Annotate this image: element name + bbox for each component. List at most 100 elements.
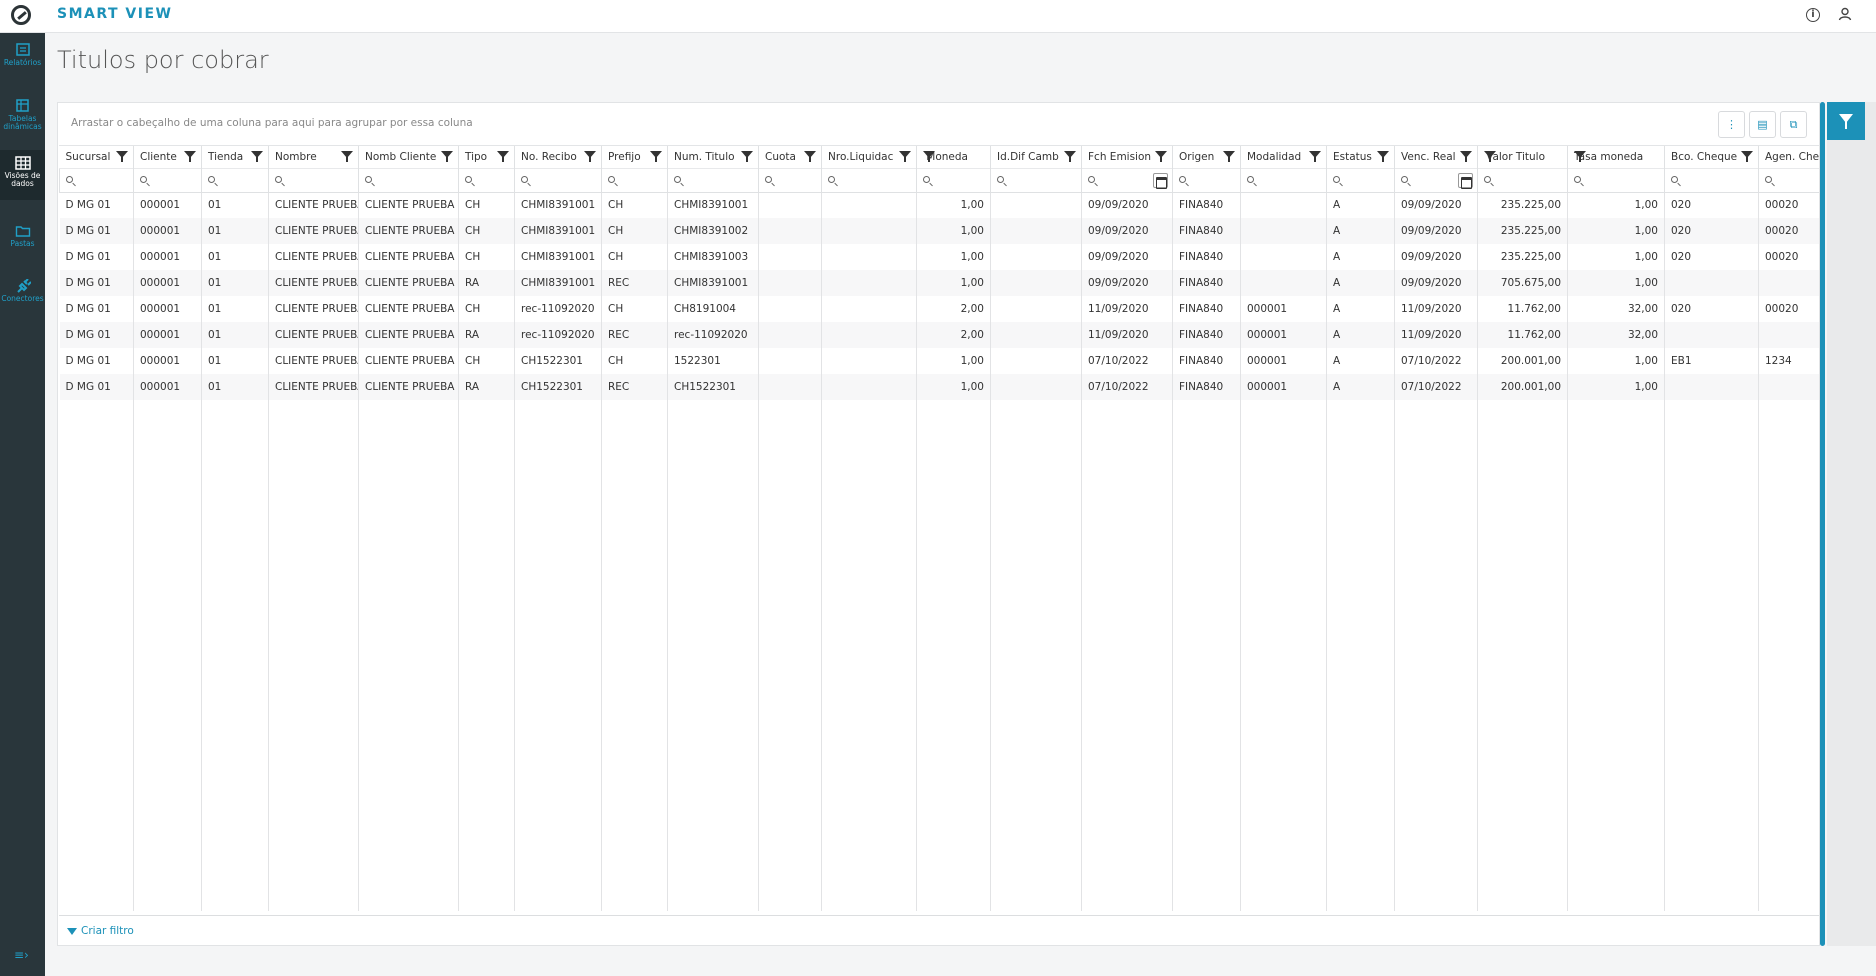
column-header-label: Estatus bbox=[1333, 150, 1372, 163]
column-search-cell[interactable] bbox=[1081, 167, 1173, 193]
table-row[interactable]: D MG 01 000001 01 CLIENTE PRUEBA CLIENTE PRU… bbox=[59, 192, 1819, 218]
column-filter-icon[interactable] bbox=[497, 151, 509, 162]
column-search-cell[interactable] bbox=[1394, 167, 1478, 193]
column-header[interactable]: Modalidad bbox=[1240, 146, 1327, 168]
column-header[interactable]: Tasa moneda bbox=[1567, 146, 1665, 168]
column-header[interactable]: Moneda bbox=[916, 146, 991, 168]
column-filter-icon[interactable] bbox=[1309, 151, 1321, 162]
column-search-cell[interactable] bbox=[1758, 167, 1819, 193]
create-filter-link[interactable]: Criar filtro bbox=[67, 925, 134, 937]
table-row[interactable]: D MG 01 000001 01 CLIENTE PRUEBA CLIENTE PRU… bbox=[59, 296, 1819, 322]
column-header[interactable]: Origen bbox=[1172, 146, 1241, 168]
column-search-cell[interactable] bbox=[1477, 167, 1568, 193]
column-search-cell[interactable] bbox=[1326, 167, 1395, 193]
column-header[interactable]: Prefijo bbox=[601, 146, 668, 168]
column-filter-icon[interactable] bbox=[923, 151, 935, 162]
column-search-cell[interactable] bbox=[268, 167, 359, 193]
empty-cell bbox=[821, 400, 917, 911]
column-filter-icon[interactable] bbox=[1741, 151, 1753, 162]
column-search-cell[interactable] bbox=[758, 167, 822, 193]
column-filter-icon[interactable] bbox=[251, 151, 263, 162]
column-filter-icon[interactable] bbox=[1223, 151, 1235, 162]
column-filter-icon[interactable] bbox=[584, 151, 596, 162]
column-filter-icon[interactable] bbox=[441, 151, 453, 162]
column-filter-icon[interactable] bbox=[741, 151, 753, 162]
column-search-cell[interactable] bbox=[1567, 167, 1665, 193]
column-header[interactable]: Num. Titulo bbox=[667, 146, 759, 168]
column-search-cell[interactable] bbox=[201, 167, 269, 193]
column-filter-icon[interactable] bbox=[1574, 151, 1586, 162]
column-header[interactable]: Id.Dif Camb bbox=[990, 146, 1082, 168]
column-search-cell[interactable] bbox=[133, 167, 202, 193]
column-search-cell[interactable] bbox=[667, 167, 759, 193]
sidebar-item-relatorios[interactable]: Relatórios bbox=[0, 37, 45, 87]
column-filter-icon[interactable] bbox=[1460, 151, 1472, 162]
column-header[interactable]: No. Recibo bbox=[514, 146, 602, 168]
column-search-cell[interactable] bbox=[514, 167, 602, 193]
column-header[interactable]: Nombre bbox=[268, 146, 359, 168]
column-search-cell[interactable] bbox=[59, 167, 134, 193]
filter-panel-toggle-button[interactable] bbox=[1827, 102, 1865, 140]
column-filter-icon[interactable] bbox=[1155, 151, 1167, 162]
column-search-cell[interactable] bbox=[1240, 167, 1327, 193]
table-row[interactable]: D MG 01 000001 01 CLIENTE PRUEBA CLIENTE PRU… bbox=[59, 348, 1819, 374]
table-cell: 000001 bbox=[133, 374, 202, 400]
plug-icon bbox=[16, 279, 31, 293]
sidebar-item-pastas[interactable]: Pastas bbox=[0, 218, 45, 268]
column-search-cell[interactable] bbox=[1664, 167, 1759, 193]
column-search-cell[interactable] bbox=[1172, 167, 1241, 193]
table-cell bbox=[821, 192, 917, 218]
column-filter-icon[interactable] bbox=[1064, 151, 1076, 162]
column-search-cell[interactable] bbox=[990, 167, 1082, 193]
column-filter-icon[interactable] bbox=[804, 151, 816, 162]
column-filter-icon[interactable] bbox=[899, 151, 911, 162]
export-options-button[interactable]: ⧉ bbox=[1780, 111, 1807, 138]
info-icon[interactable]: i bbox=[1806, 8, 1820, 22]
column-search-cell[interactable] bbox=[458, 167, 515, 193]
table-row[interactable]: D MG 01 000001 01 CLIENTE PRUEBA CLIENTE PRU… bbox=[59, 322, 1819, 348]
column-search-cell[interactable] bbox=[821, 167, 917, 193]
column-search-cell[interactable] bbox=[916, 167, 991, 193]
table-row[interactable]: D MG 01 000001 01 CLIENTE PRUEBA CLIENTE PRU… bbox=[59, 218, 1819, 244]
column-filter-icon[interactable] bbox=[116, 151, 128, 162]
column-search-cell[interactable] bbox=[358, 167, 459, 193]
sidebar-item-conectores[interactable]: Conectores bbox=[0, 273, 45, 323]
table-row[interactable]: D MG 01 000001 01 CLIENTE PRUEBA CLIENTE PRU… bbox=[59, 374, 1819, 400]
column-header[interactable]: Venc. Real bbox=[1394, 146, 1478, 168]
column-header[interactable]: Cuota bbox=[758, 146, 822, 168]
table-cell: 1,00 bbox=[916, 374, 991, 400]
column-header[interactable]: Agen. Cheque bbox=[1758, 146, 1819, 168]
group-panel-hint[interactable]: Arrastar o cabeçalho de uma coluna para … bbox=[71, 117, 473, 129]
calendar-icon[interactable] bbox=[1458, 172, 1473, 189]
table-row[interactable]: D MG 01 000001 01 CLIENTE PRUEBA CLIENTE PRU… bbox=[59, 270, 1819, 296]
column-header[interactable]: Valor Titulo bbox=[1477, 146, 1568, 168]
export-excel-button[interactable]: ▤ bbox=[1749, 111, 1776, 138]
table-row[interactable]: D MG 01 000001 01 CLIENTE PRUEBA CLIENTE PRU… bbox=[59, 244, 1819, 270]
column-header[interactable]: Fch Emision bbox=[1081, 146, 1173, 168]
column-header[interactable]: Tienda bbox=[201, 146, 269, 168]
column-filter-icon[interactable] bbox=[184, 151, 196, 162]
column-chooser-button[interactable]: ⋮ bbox=[1718, 111, 1745, 138]
column-header[interactable]: Nomb Cliente bbox=[358, 146, 459, 168]
column-header[interactable]: Tipo bbox=[458, 146, 515, 168]
column-filter-icon[interactable] bbox=[650, 151, 662, 162]
user-icon[interactable] bbox=[1837, 7, 1853, 23]
table-cell: 1,00 bbox=[1567, 348, 1665, 374]
column-header[interactable]: Sucursal bbox=[59, 146, 134, 168]
column-filter-icon[interactable] bbox=[1484, 151, 1496, 162]
empty-cell bbox=[990, 400, 1082, 911]
column-header[interactable]: Estatus bbox=[1326, 146, 1395, 168]
sidebar-item-tabelas-dinamicas[interactable]: Tabelas dinâmicas bbox=[0, 93, 45, 143]
expand-sidebar-icon[interactable]: ≡› bbox=[14, 948, 29, 962]
column-header[interactable]: Nro.Liquidac bbox=[821, 146, 917, 168]
column-header[interactable]: Cliente bbox=[133, 146, 202, 168]
column-header[interactable]: Bco. Cheque bbox=[1664, 146, 1759, 168]
column-filter-icon[interactable] bbox=[341, 151, 353, 162]
sidebar-item-visoes-de-dados[interactable]: Visões de dados bbox=[0, 150, 45, 200]
calendar-icon[interactable] bbox=[1153, 172, 1168, 189]
table-cell bbox=[990, 296, 1082, 322]
app-logo-icon[interactable] bbox=[11, 5, 31, 25]
column-filter-icon[interactable] bbox=[1377, 151, 1389, 162]
column-search-cell[interactable] bbox=[601, 167, 668, 193]
column-header-label: Cliente bbox=[140, 150, 177, 163]
